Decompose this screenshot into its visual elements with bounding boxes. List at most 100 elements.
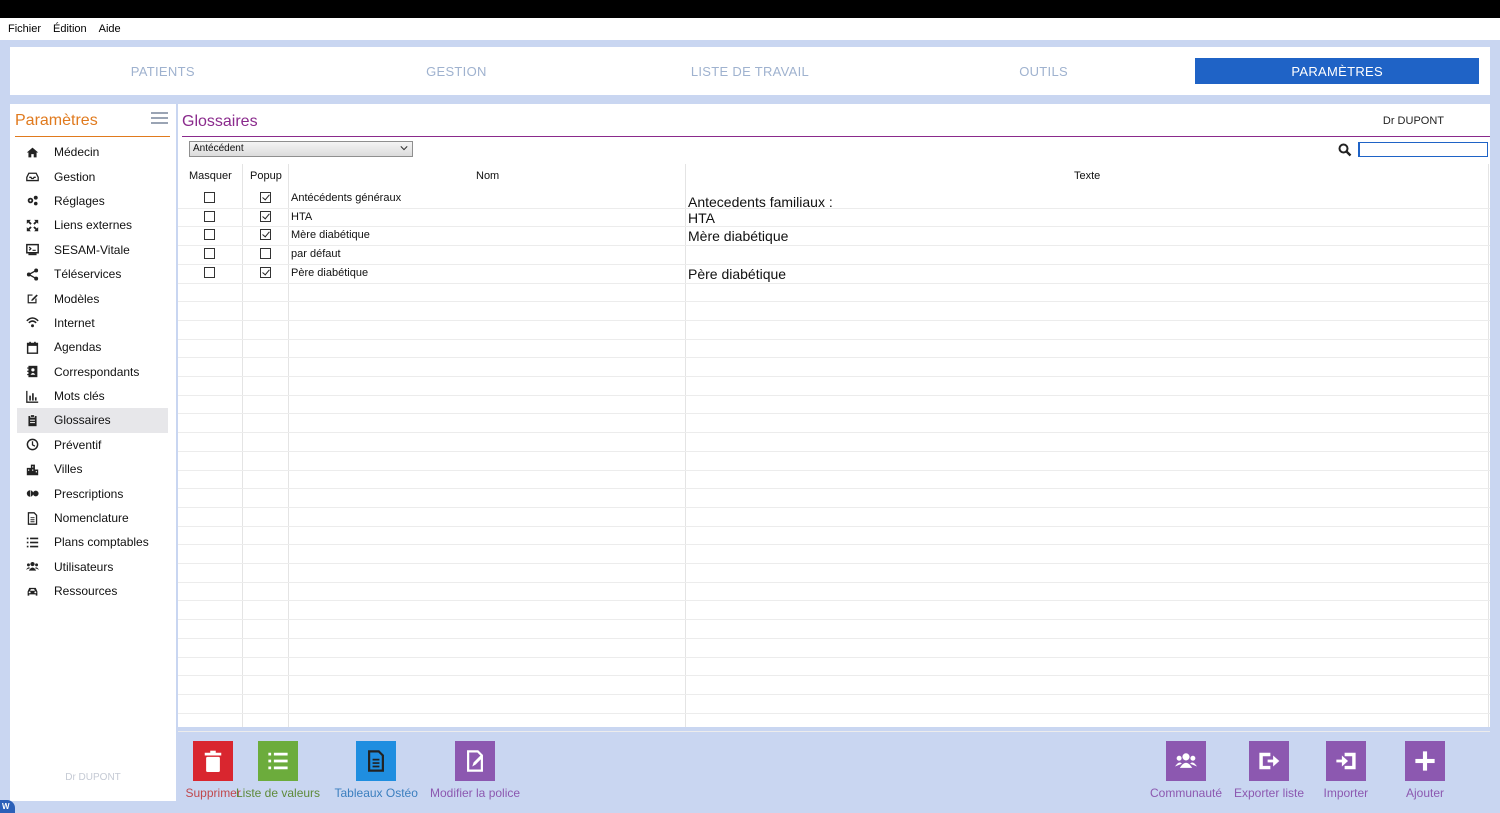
tab-parametres[interactable]: PARAMÈTRES bbox=[1195, 58, 1480, 84]
sidebar-item-agendas[interactable]: Agendas bbox=[17, 335, 168, 359]
table-row[interactable]: Mère diabétique Mère diabétique bbox=[178, 226, 1490, 245]
table-row[interactable]: par défaut bbox=[178, 245, 1490, 264]
tab-patients[interactable]: PATIENTS bbox=[21, 58, 305, 84]
menu-edition[interactable]: Édition bbox=[53, 23, 87, 35]
glossaires-panel: Glossaires Dr DUPONT Antécédent Masquer … bbox=[178, 104, 1490, 733]
grid-line bbox=[178, 319, 1490, 321]
sidebar-item-correspondants[interactable]: Correspondants bbox=[17, 360, 168, 384]
grid-line bbox=[178, 450, 1490, 452]
exporter-liste-button[interactable]: Exporter liste bbox=[1234, 741, 1304, 800]
search-icon[interactable] bbox=[1338, 143, 1352, 157]
sidebar-item-label: Prescriptions bbox=[54, 486, 124, 501]
popup-checkbox[interactable] bbox=[260, 192, 271, 203]
menu-aide[interactable]: Aide bbox=[99, 23, 121, 35]
menu-fichier[interactable]: Fichier bbox=[8, 23, 41, 35]
sidebar-item-liens-externes[interactable]: Liens externes bbox=[17, 213, 168, 237]
modifier-la-police-button[interactable]: Modifier la police bbox=[430, 741, 520, 800]
glossary-type-select[interactable]: Antécédent bbox=[189, 141, 413, 157]
masquer-checkbox[interactable] bbox=[204, 229, 215, 241]
masquer-checkbox[interactable] bbox=[204, 266, 215, 278]
hamburger-menu-icon[interactable] bbox=[151, 112, 168, 126]
button-label: Tableaux Ostéo bbox=[334, 786, 418, 800]
glossary-type-value: Antécédent bbox=[193, 143, 244, 154]
grid-line bbox=[178, 413, 1490, 415]
row-texte: HTA bbox=[688, 209, 715, 226]
tab-gestion[interactable]: GESTION bbox=[314, 58, 598, 84]
list-icon bbox=[258, 741, 299, 781]
popup-checkbox[interactable] bbox=[260, 229, 271, 241]
table-row[interactable]: Père diabétique Père diabétique bbox=[178, 264, 1490, 283]
doctor-name: Dr DUPONT bbox=[1382, 115, 1444, 127]
popup-checkbox[interactable] bbox=[260, 266, 271, 278]
column-header-popup[interactable]: Popup bbox=[250, 170, 282, 182]
chevron-down-icon bbox=[400, 146, 408, 151]
column-header-masquer[interactable]: Masquer bbox=[189, 170, 232, 182]
button-label: Supprimer bbox=[185, 786, 241, 800]
sidebar-item-label: Modèles bbox=[54, 291, 100, 306]
grid-line bbox=[178, 712, 1490, 714]
sidebar-item-gestion[interactable]: Gestion bbox=[17, 164, 168, 188]
importer-button[interactable]: Importer bbox=[1323, 741, 1369, 800]
edit-document-icon bbox=[455, 741, 496, 781]
column-header-nom[interactable]: Nom bbox=[476, 170, 499, 182]
grid-line bbox=[178, 637, 1490, 639]
sidebar-item-prescriptions[interactable]: Prescriptions bbox=[17, 481, 168, 505]
window-titlebar bbox=[0, 0, 1500, 18]
sidebar-item-label: Gestion bbox=[54, 169, 96, 184]
sidebar-item-teleservices[interactable]: Téléservices bbox=[17, 262, 168, 286]
grid-line bbox=[178, 656, 1490, 658]
masquer-checkbox[interactable] bbox=[204, 192, 215, 203]
sidebar-item-label: Mots clés bbox=[54, 389, 105, 404]
column-header-texte[interactable]: Texte bbox=[1074, 170, 1100, 182]
grid-line bbox=[178, 282, 1490, 284]
sidebar-item-plans-comptables[interactable]: Plans comptables bbox=[17, 530, 168, 554]
masquer-checkbox[interactable] bbox=[204, 248, 215, 260]
sidebar-item-label: Liens externes bbox=[54, 218, 133, 233]
tab-outils[interactable]: OUTILS bbox=[902, 58, 1186, 84]
bar-chart-icon bbox=[24, 389, 40, 403]
users-icon bbox=[24, 560, 40, 574]
sidebar-item-sesam-vitale[interactable]: SESAM-Vitale bbox=[17, 238, 168, 262]
sidebar-item-utilisateurs[interactable]: Utilisateurs bbox=[17, 555, 168, 579]
sidebar-item-medecin[interactable]: Médecin bbox=[17, 140, 168, 164]
sidebar-item-label: Plans comptables bbox=[54, 535, 149, 550]
row-nom: par défaut bbox=[291, 248, 341, 261]
glossary-table: Masquer Popup Nom Texte Antécédents géné… bbox=[178, 164, 1490, 733]
popup-checkbox[interactable] bbox=[260, 210, 271, 222]
sidebar-item-internet[interactable]: Internet bbox=[17, 311, 168, 335]
sidebar-item-mots-cles[interactable]: Mots clés bbox=[17, 384, 168, 408]
pills-icon bbox=[24, 487, 40, 501]
communaute-button[interactable]: Communauté bbox=[1150, 741, 1222, 800]
grid-line bbox=[178, 301, 1490, 303]
sidebar-item-nomenclature[interactable]: Nomenclature bbox=[17, 506, 168, 530]
tableaux-osteo-button[interactable]: Tableaux Ostéo bbox=[335, 741, 418, 800]
document-icon bbox=[356, 741, 397, 781]
liste-de-valeurs-button[interactable]: Liste de valeurs bbox=[236, 741, 320, 800]
grid-line bbox=[178, 488, 1490, 490]
table-row[interactable]: Antécédents généraux Antecedents familiau… bbox=[178, 189, 1490, 210]
button-label: Exporter liste bbox=[1234, 786, 1305, 800]
expand-arrows-icon bbox=[24, 218, 40, 232]
button-label: Importer bbox=[1323, 786, 1369, 800]
sidebar-item-label: Médecin bbox=[54, 145, 100, 160]
sidebar-item-glossaires[interactable]: Glossaires bbox=[17, 408, 168, 433]
table-row[interactable]: HTA HTA bbox=[178, 208, 1490, 227]
sidebar-item-ressources[interactable]: Ressources bbox=[17, 579, 168, 603]
wifi-icon bbox=[24, 316, 40, 330]
grid-line bbox=[178, 376, 1490, 377]
popup-checkbox[interactable] bbox=[260, 248, 271, 260]
sidebar-item-reglages[interactable]: Réglages bbox=[17, 189, 168, 213]
search-input[interactable] bbox=[1358, 142, 1488, 157]
clipboard-icon bbox=[24, 413, 40, 427]
sidebar-item-preventif[interactable]: Préventif bbox=[17, 433, 168, 457]
ajouter-button[interactable]: Ajouter bbox=[1405, 741, 1445, 800]
row-nom: Père diabétique bbox=[291, 266, 369, 279]
main-navigation: PATIENTS GESTION LISTE DE TRAVAIL OUTILS… bbox=[10, 47, 1490, 95]
card-terminal-icon bbox=[24, 243, 40, 257]
tab-liste-de-travail[interactable]: LISTE DE TRAVAIL bbox=[608, 58, 892, 84]
sidebar-item-modeles[interactable]: Modèles bbox=[17, 286, 168, 310]
masquer-checkbox[interactable] bbox=[204, 210, 215, 222]
supprimer-button[interactable]: Supprimer bbox=[186, 741, 241, 800]
import-icon bbox=[1325, 741, 1366, 781]
sidebar-item-villes[interactable]: Villes bbox=[17, 457, 168, 481]
